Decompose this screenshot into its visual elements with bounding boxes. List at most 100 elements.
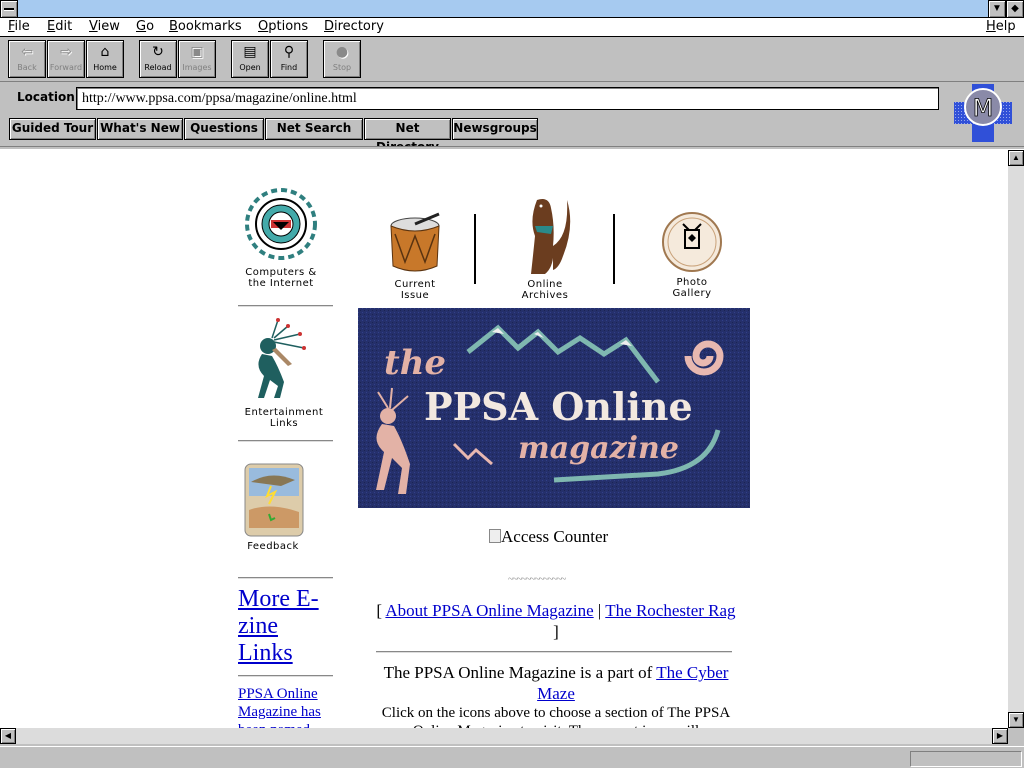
nav-divider-vertical bbox=[613, 214, 615, 284]
open-icon: ▤ bbox=[243, 44, 257, 60]
horizontal-scrollbar[interactable]: ◀ ▶ bbox=[0, 728, 1008, 744]
menu-directory[interactable]: Directory bbox=[324, 19, 384, 34]
toolbar: ⇦ Back ⇨ Forward ⌂ Home ↻ Reload ▣ Image… bbox=[0, 38, 1024, 82]
location-bar: Location: http://www.ppsa.com/ppsa/magaz… bbox=[0, 84, 950, 114]
back-button[interactable]: ⇦ Back bbox=[8, 40, 46, 78]
logo-letter: M bbox=[973, 94, 994, 122]
status-bar bbox=[0, 746, 1024, 768]
decorative-squiggle: ~~~~~~~~~~~~~ bbox=[508, 574, 566, 585]
images-button[interactable]: ▣ Images bbox=[178, 40, 216, 78]
current-issue-link[interactable]: Current Issue bbox=[380, 212, 450, 301]
computers-internet-icon bbox=[245, 188, 317, 260]
arrow-up-icon[interactable]: ▲ bbox=[1008, 150, 1024, 166]
computers-internet-label-2: the Internet bbox=[248, 278, 314, 289]
menu-options[interactable]: Options bbox=[258, 19, 308, 34]
reload-label: Reload bbox=[144, 63, 172, 72]
broken-image-icon bbox=[489, 529, 501, 543]
rochester-rag-link[interactable]: The Rochester Rag bbox=[605, 601, 735, 620]
net-directory-button[interactable]: Net Directory bbox=[364, 118, 451, 154]
more-ezine-links-text[interactable]: More E-zine Links bbox=[238, 586, 319, 666]
forward-label: Forward bbox=[49, 63, 83, 72]
description: The PPSA Online Magazine is a part of Th… bbox=[376, 662, 736, 704]
nav-divider bbox=[238, 675, 333, 677]
whats-new-button[interactable]: What's New bbox=[97, 118, 183, 140]
online-archives-link[interactable]: Online Archives bbox=[510, 196, 580, 301]
computers-internet-link[interactable]: Computers & the Internet bbox=[240, 186, 322, 289]
about-ppsa-link[interactable]: About PPSA Online Magazine bbox=[385, 601, 593, 620]
photo-gallery-link[interactable]: Photo Gallery bbox=[656, 208, 728, 299]
back-arrow-icon: ⇦ bbox=[21, 44, 33, 60]
location-input[interactable]: http://www.ppsa.com/ppsa/magazine/online… bbox=[76, 87, 939, 110]
stop-button[interactable]: ● Stop bbox=[323, 40, 361, 78]
directory-buttons: Guided Tour What's New Questions Net Sea… bbox=[0, 116, 950, 154]
maximize-button[interactable]: ◆ bbox=[1006, 0, 1024, 18]
entertainment-label-2: Links bbox=[269, 418, 299, 429]
questions-button[interactable]: Questions bbox=[184, 118, 264, 140]
images-label: Images bbox=[182, 63, 212, 72]
entertainment-label-1: Entertainment bbox=[244, 407, 324, 418]
current-issue-label-1: Current bbox=[394, 279, 436, 290]
ppsa-online-banner: the PPSA Online magazine bbox=[358, 308, 750, 508]
menu-bookmarks[interactable]: Bookmarks bbox=[169, 19, 242, 34]
location-label: Location: bbox=[17, 90, 80, 104]
system-menu-icon[interactable] bbox=[0, 0, 18, 18]
browser-logo: M bbox=[952, 84, 1014, 142]
photo-gallery-icon bbox=[662, 212, 722, 272]
find-button[interactable]: ⚲ Find bbox=[270, 40, 308, 78]
images-icon: ▣ bbox=[190, 44, 204, 60]
menu-go[interactable]: Go bbox=[136, 19, 154, 34]
access-counter-alt: Access Counter bbox=[501, 527, 609, 546]
drum-icon bbox=[390, 212, 440, 272]
named-text[interactable]: PPSA Online Magazine has been named bbox=[238, 685, 338, 728]
arrow-left-icon[interactable]: ◀ bbox=[0, 728, 16, 744]
menu-file[interactable]: File bbox=[8, 19, 30, 34]
feedback-label: Feedback bbox=[247, 541, 299, 552]
reload-button[interactable]: ↻ Reload bbox=[139, 40, 177, 78]
arrow-down-icon[interactable]: ▼ bbox=[1008, 712, 1024, 728]
newsgroups-button[interactable]: Newsgroups bbox=[452, 118, 538, 140]
guided-tour-button[interactable]: Guided Tour bbox=[9, 118, 96, 140]
current-issue-label-2: Issue bbox=[400, 290, 430, 301]
status-progress-field bbox=[910, 751, 1022, 767]
banner-line-1: the bbox=[384, 343, 446, 383]
find-icon: ⚲ bbox=[283, 44, 295, 60]
vertical-scrollbar[interactable]: ▲ ▼ bbox=[1008, 150, 1024, 728]
open-button[interactable]: ▤ Open bbox=[231, 40, 269, 78]
bracket-close: ] bbox=[553, 622, 559, 641]
access-counter-image: Access Counter bbox=[489, 527, 608, 547]
link-separator: | bbox=[597, 601, 602, 620]
photo-gallery-label-2: Gallery bbox=[672, 288, 712, 299]
nav-divider bbox=[238, 440, 333, 442]
online-archives-label-1: Online bbox=[527, 279, 563, 290]
entertainment-links-link[interactable]: Entertainment Links bbox=[240, 316, 328, 429]
net-search-button[interactable]: Net Search bbox=[265, 118, 363, 140]
feedback-link[interactable]: Feedback bbox=[238, 462, 308, 552]
scrollbar-corner bbox=[1008, 728, 1024, 744]
menu-view[interactable]: View bbox=[89, 19, 120, 34]
stop-label: Stop bbox=[332, 63, 352, 72]
feedback-icon bbox=[244, 463, 304, 537]
back-label: Back bbox=[17, 63, 37, 72]
description-prefix: The PPSA Online Magazine is a part of bbox=[383, 663, 653, 682]
arrow-right-icon[interactable]: ▶ bbox=[992, 728, 1008, 744]
nav-divider-vertical bbox=[474, 214, 476, 284]
description-instructions: Click on the icons above to choose a sec… bbox=[381, 705, 731, 728]
magazine-links: [ About PPSA Online Magazine | The Roche… bbox=[376, 600, 736, 642]
named-text-link[interactable]: PPSA Online Magazine has been named bbox=[238, 686, 321, 728]
home-label: Home bbox=[93, 63, 117, 72]
title-bar: ▼ ◆ bbox=[0, 0, 1024, 18]
otter-icon bbox=[531, 199, 571, 274]
photo-gallery-label-1: Photo bbox=[676, 277, 708, 288]
find-label: Find bbox=[280, 63, 298, 72]
more-ezine-links[interactable]: More E-zine Links bbox=[238, 586, 338, 667]
online-archives-label-2: Archives bbox=[521, 290, 569, 301]
content-divider bbox=[376, 651, 732, 653]
home-button[interactable]: ⌂ Home bbox=[86, 40, 124, 78]
forward-button[interactable]: ⇨ Forward bbox=[47, 40, 85, 78]
menu-edit[interactable]: Edit bbox=[47, 19, 72, 34]
minimize-button[interactable]: ▼ bbox=[988, 0, 1006, 18]
menu-help[interactable]: Help bbox=[986, 19, 1016, 34]
forward-arrow-icon: ⇨ bbox=[60, 44, 72, 60]
page-content: Computers & the Internet Entertainment L… bbox=[0, 150, 1008, 728]
nav-divider bbox=[238, 577, 333, 579]
